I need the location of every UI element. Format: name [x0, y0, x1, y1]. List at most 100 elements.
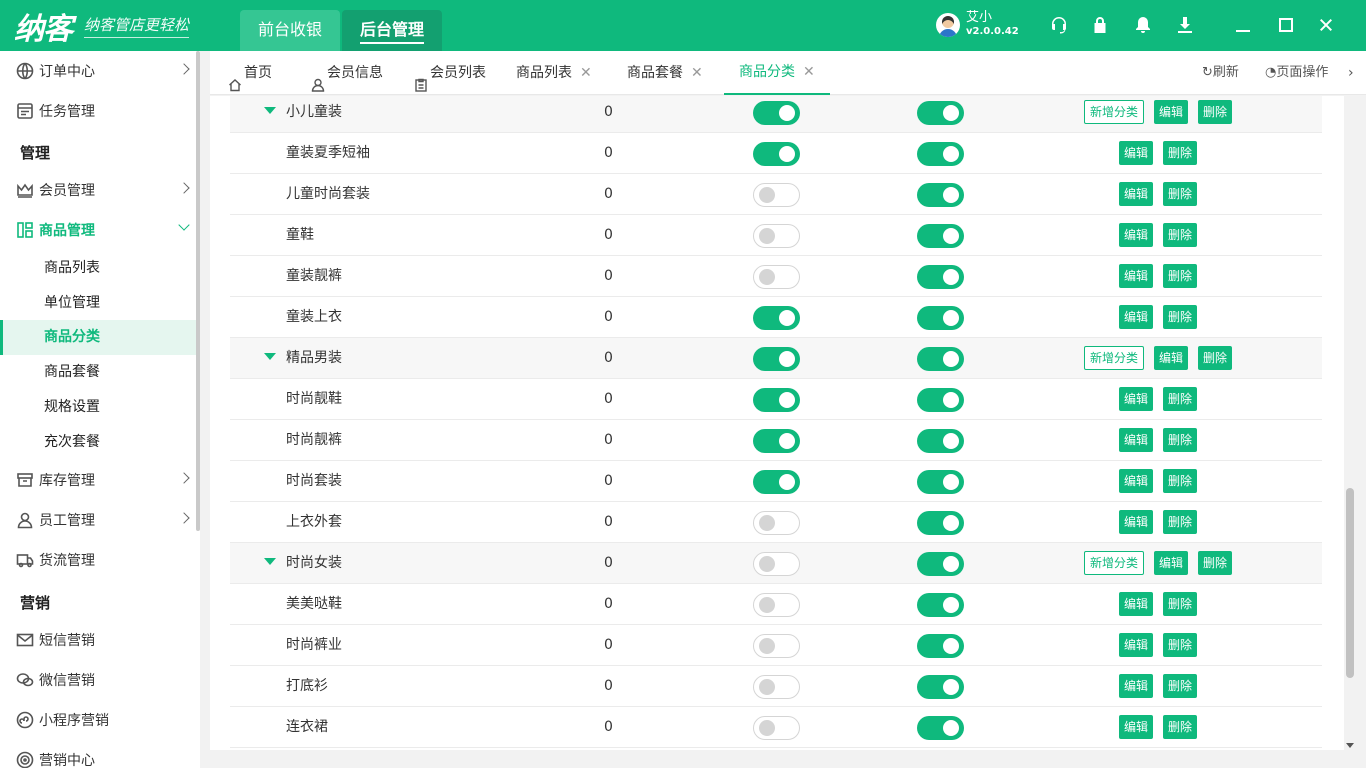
display-toggle[interactable] — [917, 716, 964, 740]
close-icon[interactable]: ✕ — [803, 50, 815, 94]
download-icon[interactable] — [1174, 14, 1196, 36]
top-tab-cashier[interactable]: 前台收银 — [240, 10, 341, 51]
display-toggle[interactable] — [917, 552, 964, 576]
chevron-right-icon[interactable]: › — [1348, 51, 1354, 95]
user-profile[interactable]: 艾小 v2.0.0.42 — [936, 11, 1019, 39]
status-toggle[interactable] — [753, 306, 800, 330]
delete-button[interactable]: 删除 — [1198, 346, 1233, 370]
status-toggle[interactable] — [753, 142, 800, 166]
display-toggle[interactable] — [917, 388, 964, 412]
delete-button[interactable]: 删除 — [1163, 223, 1198, 247]
status-toggle[interactable] — [753, 347, 800, 371]
delete-button[interactable]: 删除 — [1163, 264, 1198, 288]
sidebar-item-wechat[interactable]: 微信营销 — [0, 660, 196, 700]
display-toggle[interactable] — [917, 101, 964, 125]
tab-product-bundle[interactable]: 商品套餐 ✕ — [627, 51, 703, 95]
display-toggle[interactable] — [917, 511, 964, 535]
edit-button[interactable]: 编辑 — [1119, 633, 1154, 657]
status-toggle[interactable] — [753, 388, 800, 412]
delete-button[interactable]: 删除 — [1163, 428, 1198, 452]
add-category-button[interactable]: 新增分类 — [1084, 100, 1145, 124]
sidebar-item-logistics[interactable]: 货流管理 — [0, 540, 196, 580]
display-toggle[interactable] — [917, 142, 964, 166]
headset-icon[interactable] — [1048, 14, 1070, 36]
sidebar-item-tasks[interactable]: 任务管理 — [0, 91, 196, 131]
display-toggle[interactable] — [917, 347, 964, 371]
delete-button[interactable]: 删除 — [1163, 305, 1198, 329]
sidebar-item-sms[interactable]: 短信营销 — [0, 620, 196, 660]
edit-button[interactable]: 编辑 — [1119, 510, 1154, 534]
sidebar-scrollbar[interactable] — [196, 51, 200, 531]
display-toggle[interactable] — [917, 470, 964, 494]
caret-down-icon[interactable] — [264, 107, 276, 114]
status-toggle[interactable] — [753, 593, 800, 617]
close-icon[interactable] — [1315, 14, 1337, 36]
delete-button[interactable]: 删除 — [1198, 551, 1233, 575]
status-toggle[interactable] — [753, 224, 800, 248]
sidebar-item-staff[interactable]: 员工管理 — [0, 500, 196, 540]
status-toggle[interactable] — [753, 470, 800, 494]
edit-button[interactable]: 编辑 — [1119, 469, 1154, 493]
status-toggle[interactable] — [753, 716, 800, 740]
minimize-icon[interactable] — [1232, 14, 1254, 36]
sidebar-sub-specs[interactable]: 规格设置 — [0, 390, 196, 425]
delete-button[interactable]: 删除 — [1163, 715, 1198, 739]
top-tab-admin[interactable]: 后台管理 — [342, 10, 443, 51]
sidebar-item-members[interactable]: 会员管理 — [0, 170, 196, 210]
lock-icon[interactable] — [1089, 14, 1111, 36]
edit-button[interactable]: 编辑 — [1119, 141, 1154, 165]
status-toggle[interactable] — [753, 675, 800, 699]
edit-button[interactable]: 编辑 — [1119, 264, 1154, 288]
display-toggle[interactable] — [917, 593, 964, 617]
delete-button[interactable]: 删除 — [1163, 469, 1198, 493]
edit-button[interactable]: 编辑 — [1119, 387, 1154, 411]
delete-button[interactable]: 删除 — [1163, 592, 1198, 616]
scrollbar-thumb[interactable] — [1346, 488, 1354, 678]
display-toggle[interactable] — [917, 634, 964, 658]
tab-product-list[interactable]: 商品列表 ✕ — [516, 51, 592, 95]
sidebar-sub-product-list[interactable]: 商品列表 — [0, 251, 196, 286]
close-icon[interactable]: ✕ — [580, 51, 592, 95]
sidebar-item-marketing-center[interactable]: 营销中心 — [0, 740, 196, 768]
edit-button[interactable]: 编辑 — [1154, 346, 1189, 370]
display-toggle[interactable] — [917, 183, 964, 207]
delete-button[interactable]: 删除 — [1163, 182, 1198, 206]
sidebar-item-miniapp[interactable]: 小程序营销 — [0, 700, 196, 740]
maximize-icon[interactable] — [1275, 14, 1297, 36]
status-toggle[interactable] — [753, 634, 800, 658]
delete-button[interactable]: 删除 — [1163, 633, 1198, 657]
status-toggle[interactable] — [753, 183, 800, 207]
tab-home[interactable]: 首页 — [228, 51, 272, 95]
sidebar-item-inventory[interactable]: 库存管理 — [0, 460, 196, 500]
delete-button[interactable]: 删除 — [1163, 510, 1198, 534]
status-toggle[interactable] — [753, 101, 800, 125]
sidebar-sub-categories[interactable]: 商品分类 — [0, 320, 196, 355]
status-toggle[interactable] — [753, 265, 800, 289]
sidebar-item-orders[interactable]: 订单中心 — [0, 51, 196, 91]
delete-button[interactable]: 删除 — [1163, 674, 1198, 698]
edit-button[interactable]: 编辑 — [1119, 223, 1154, 247]
delete-button[interactable]: 删除 — [1163, 387, 1198, 411]
delete-button[interactable]: 删除 — [1163, 141, 1198, 165]
sidebar-sub-bundles[interactable]: 商品套餐 — [0, 355, 196, 390]
display-toggle[interactable] — [917, 675, 964, 699]
edit-button[interactable]: 编辑 — [1119, 182, 1154, 206]
tab-product-category[interactable]: 商品分类 ✕ — [724, 51, 830, 95]
tab-member-info[interactable]: 会员信息 — [311, 51, 383, 95]
caret-down-icon[interactable] — [264, 558, 276, 565]
edit-button[interactable]: 编辑 — [1119, 715, 1154, 739]
bell-icon[interactable] — [1132, 14, 1154, 36]
caret-down-icon[interactable] — [264, 353, 276, 360]
add-category-button[interactable]: 新增分类 — [1084, 346, 1145, 370]
delete-button[interactable]: 删除 — [1198, 100, 1233, 124]
edit-button[interactable]: 编辑 — [1154, 100, 1189, 124]
status-toggle[interactable] — [753, 511, 800, 535]
edit-button[interactable]: 编辑 — [1119, 305, 1154, 329]
display-toggle[interactable] — [917, 265, 964, 289]
refresh-button[interactable]: ↻刷新 — [1202, 51, 1239, 95]
close-icon[interactable]: ✕ — [691, 51, 703, 95]
sidebar-sub-units[interactable]: 单位管理 — [0, 286, 196, 321]
add-category-button[interactable]: 新增分类 — [1084, 551, 1145, 575]
edit-button[interactable]: 编辑 — [1154, 551, 1189, 575]
status-toggle[interactable] — [753, 429, 800, 453]
